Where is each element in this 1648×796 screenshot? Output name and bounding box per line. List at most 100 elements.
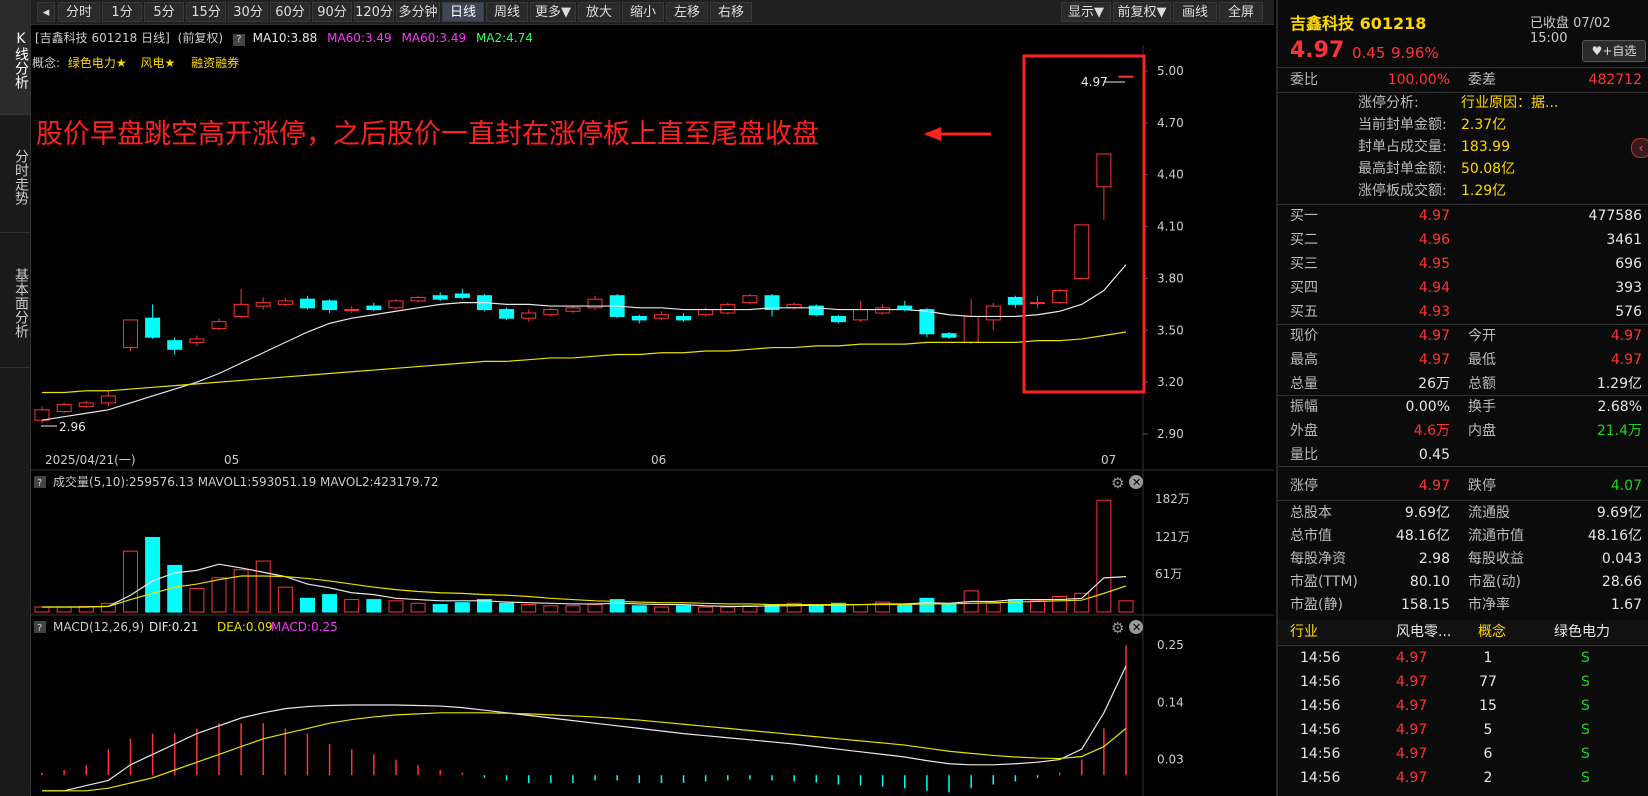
stat-row: 最高 4.97 最低 4.97: [1278, 348, 1648, 372]
candle-body: [1074, 224, 1090, 279]
volume-bar: [366, 599, 382, 613]
volume-bar: [853, 604, 869, 613]
kline-y-tick: 3.50: [1157, 323, 1184, 337]
stat-label: 振幅: [1290, 399, 1318, 415]
limit-analysis-value[interactable]: 行业原因：据...: [1461, 92, 1558, 114]
tick-volume: 6: [1483, 746, 1493, 762]
add-watchlist-button[interactable]: ♥+自选: [1582, 40, 1646, 62]
stat-label: 最低: [1468, 352, 1496, 368]
macd-y-tick: 0.25: [1157, 638, 1184, 652]
candle-body: [1118, 75, 1134, 78]
fundamental-label: 市净率: [1468, 597, 1510, 613]
fundamental-row: 总市值 48.16亿 流通市值 48.16亿: [1278, 525, 1648, 548]
tick-time: 14:56: [1300, 770, 1341, 786]
stat-value: 4.97: [1610, 352, 1642, 368]
limit-row: 涨停 4.97 跌停 4.07: [1278, 474, 1648, 498]
macd-dif: DIF:0.21: [149, 620, 199, 634]
low-price-label: 2.96: [59, 420, 86, 434]
tab-kline-analysis[interactable]: K线分析: [0, 0, 30, 115]
limit-analysis-value: 183.99: [1461, 139, 1510, 155]
tick-row: 14:56 4.97 77 S: [1278, 670, 1648, 694]
bid-row[interactable]: 买四 4.94 393: [1278, 276, 1648, 300]
candle-body: [1007, 296, 1023, 305]
fundamental-label: 总股本: [1290, 505, 1332, 521]
bid-row[interactable]: 买五 4.93 576: [1278, 300, 1648, 324]
stat-value: 1.29亿: [1596, 376, 1642, 392]
macd-close-mark: ✕: [1132, 621, 1141, 634]
candle-body: [720, 303, 736, 314]
tick-flag: S: [1581, 674, 1590, 690]
volume-bar: [145, 536, 161, 613]
weicha-label: 委差: [1468, 72, 1496, 88]
industry-label: 行业: [1290, 624, 1318, 640]
bid-label: 买一: [1290, 208, 1318, 224]
fundamental-row: 市盈(TTM) 80.10 市盈(动) 28.66: [1278, 571, 1648, 594]
bid-row[interactable]: 买一 4.97 477586: [1278, 204, 1648, 228]
stat-row: 量比 0.45: [1278, 443, 1648, 467]
volume-bar: [587, 604, 603, 613]
kline-y-tick: 4.70: [1157, 116, 1184, 130]
industry-value[interactable]: 风电零...: [1396, 620, 1451, 644]
candle-body: [78, 402, 94, 407]
fundamental-value: 48.16亿: [1587, 528, 1642, 544]
volume-bar: [543, 605, 559, 613]
bid-price: 4.93: [1418, 304, 1450, 320]
volume-bar: [277, 586, 293, 613]
tick-price: 4.97: [1396, 746, 1428, 762]
limit-analysis-value: 50.08亿: [1461, 161, 1516, 177]
candle-body: [432, 295, 448, 300]
bid-volume: 3461: [1606, 232, 1642, 248]
stat-label: 内盘: [1468, 423, 1496, 439]
stat-label: 最高: [1290, 352, 1318, 368]
stat-label: 总额: [1468, 376, 1496, 392]
tick-flag: S: [1581, 770, 1590, 786]
collapse-icon[interactable]: ‹: [1631, 138, 1648, 158]
fundamental-value: 9.69亿: [1404, 505, 1450, 521]
fundamental-value: 80.10: [1409, 574, 1450, 590]
tick-flag: S: [1581, 722, 1590, 738]
stat-row: 总量 26万 总额 1.29亿: [1278, 372, 1648, 396]
macd-y-tick: 0.03: [1157, 753, 1184, 767]
candle-body: [56, 404, 72, 413]
bid-row[interactable]: 买二 4.96 3461: [1278, 228, 1648, 252]
fundamental-label: 流通股: [1468, 505, 1510, 521]
macd-y-tick: 0.14: [1157, 695, 1184, 709]
candle-body: [963, 315, 979, 343]
tick-time: 14:56: [1300, 674, 1341, 690]
high-price-label: 4.97: [1081, 75, 1108, 89]
bid-volume: 696: [1615, 256, 1642, 272]
volume-y-tick: 182万: [1155, 492, 1190, 506]
candle-body: [631, 315, 647, 321]
stock-chart[interactable]: 5.00 4.70 4.40 4.10 3.80 3.50 3.20 2.90 182万 121万…: [31, 0, 1274, 796]
candle-body: [698, 309, 714, 316]
stat-label: 总量: [1290, 376, 1318, 392]
volume-bar: [211, 577, 227, 613]
tick-flag: S: [1581, 698, 1590, 714]
volume-bar: [521, 604, 537, 613]
bid-price: 4.94: [1418, 280, 1450, 296]
limit-analysis-label: 当前封单金额:: [1358, 117, 1447, 133]
tab-intraday[interactable]: 分时走势: [0, 115, 30, 233]
x-label-july: 07: [1101, 453, 1116, 467]
stat-value: 4.97: [1418, 328, 1450, 344]
concept-value[interactable]: 绿色电力: [1554, 620, 1610, 644]
bid-row[interactable]: 买三 4.95 696: [1278, 252, 1648, 276]
fundamental-value: 0.043: [1601, 551, 1642, 567]
volume-close-mark: ✕: [1132, 476, 1141, 489]
volume-bar: [698, 606, 714, 613]
tick-time: 14:56: [1300, 698, 1341, 714]
macd-title: MACD(12,26,9): [53, 620, 144, 634]
tick-price: 4.97: [1396, 650, 1428, 666]
candle-body: [830, 315, 846, 323]
volume-bar: [919, 597, 935, 613]
volume-y-tick: 61万: [1155, 567, 1182, 581]
volume-bar: [344, 599, 360, 613]
tick-price: 4.97: [1396, 698, 1428, 714]
limit-analysis-row: 涨停分析: 行业原因：据...: [1278, 92, 1648, 114]
volume-title: 成交量(5,10): [53, 474, 125, 489]
fundamental-label: 市盈(静): [1290, 597, 1343, 613]
tab-fundamentals[interactable]: 基本面分析: [0, 233, 30, 368]
volume-bar: [432, 604, 448, 613]
stat-value: 2.68%: [1597, 399, 1642, 415]
tick-time: 14:56: [1300, 722, 1341, 738]
